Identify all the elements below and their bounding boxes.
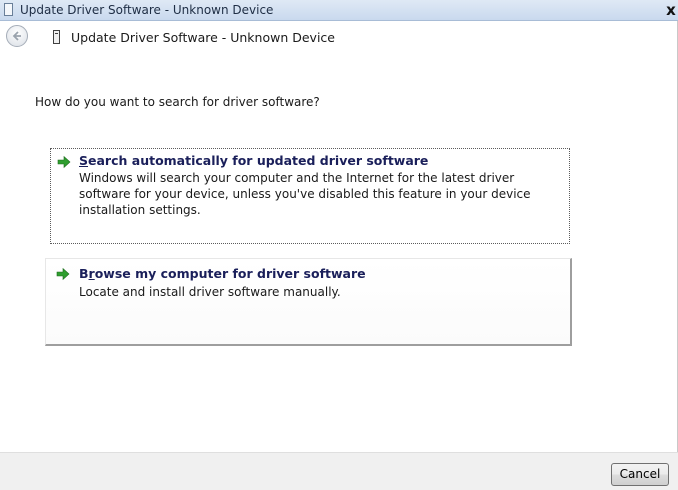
option-title: Browse my computer for driver software xyxy=(79,266,366,281)
search-automatically-option[interactable]: Search automatically for updated driver … xyxy=(50,148,570,244)
cancel-button[interactable]: Cancel xyxy=(611,463,669,486)
option-description: Locate and install driver software manua… xyxy=(79,285,341,299)
option-title-first: B xyxy=(79,266,89,281)
access-key: S xyxy=(79,153,89,168)
option-title: Search automatically for updated driver … xyxy=(79,153,428,168)
navigation-bar: Update Driver Software - Unknown Device xyxy=(0,21,678,61)
instruction-text: How do you want to search for driver sof… xyxy=(35,95,320,109)
option-title-text: earch automatically for updated driver s… xyxy=(88,153,429,168)
option-title-text: owse my computer for driver software xyxy=(94,266,366,281)
device-icon xyxy=(4,3,13,16)
back-arrow-icon xyxy=(12,31,21,41)
title-bar: Update Driver Software - Unknown Device … xyxy=(0,0,678,21)
back-button[interactable] xyxy=(6,25,28,47)
device-icon xyxy=(53,30,60,44)
green-arrow-icon xyxy=(56,267,70,281)
window-title: Update Driver Software - Unknown Device xyxy=(20,3,274,17)
browse-computer-option[interactable]: Browse my computer for driver software L… xyxy=(45,258,572,346)
close-button[interactable]: x xyxy=(664,0,678,20)
wizard-title: Update Driver Software - Unknown Device xyxy=(71,30,335,45)
option-description: Windows will search your computer and th… xyxy=(79,171,531,217)
footer-bar: Cancel xyxy=(0,452,678,490)
green-arrow-icon xyxy=(57,155,71,169)
